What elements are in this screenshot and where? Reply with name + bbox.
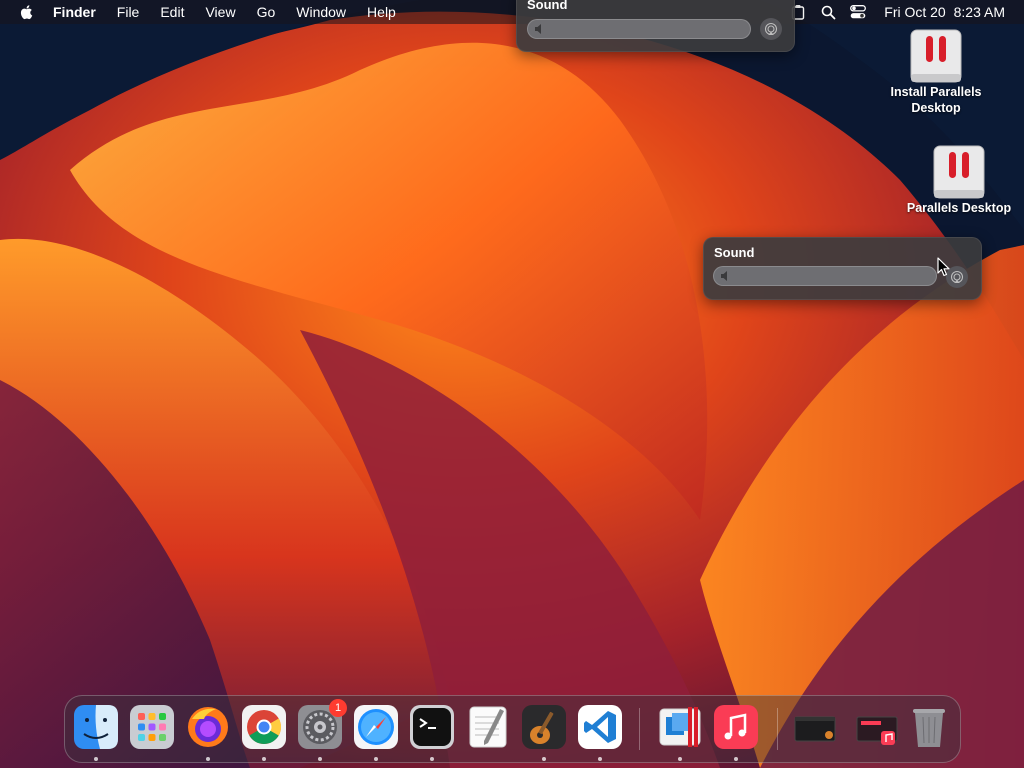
clock-date: Fri Oct 20 — [884, 4, 946, 20]
menu-file[interactable]: File — [117, 0, 140, 24]
sound-panel-top: Sound — [516, 0, 795, 52]
menu-help[interactable]: Help — [367, 0, 396, 24]
dock-launchpad[interactable] — [130, 705, 174, 749]
apple-menu-icon[interactable] — [18, 3, 36, 21]
running-indicator — [94, 757, 98, 761]
dock-recent-window-2[interactable] — [855, 705, 899, 749]
dock-separator — [639, 708, 640, 750]
parallels-icon — [659, 707, 701, 747]
running-indicator — [598, 757, 602, 761]
minimized-music-window-icon — [856, 716, 898, 745]
dock-recent-window-1[interactable] — [793, 705, 837, 749]
running-indicator — [374, 757, 378, 761]
dock-trash[interactable] — [907, 705, 951, 749]
dock: 1 — [64, 695, 961, 763]
dock-music[interactable] — [714, 705, 758, 749]
running-indicator — [318, 757, 322, 761]
volume-slider[interactable] — [713, 266, 937, 286]
dock-garageband[interactable] — [522, 705, 566, 749]
parallels-drive-icon — [932, 144, 986, 200]
desktop-icon-install-parallels[interactable]: Install Parallels Desktop — [880, 28, 992, 116]
garageband-icon — [522, 705, 566, 749]
desktop-icon-parallels-desktop[interactable]: Parallels Desktop — [898, 144, 1020, 216]
menu-items: Finder File Edit View Go Window Help — [53, 0, 417, 24]
running-indicator — [542, 757, 546, 761]
running-indicator — [678, 757, 682, 761]
terminal-icon — [410, 705, 454, 749]
menu-clock[interactable]: Fri Oct 20 8:23 AM — [880, 4, 1005, 20]
control-center-icon[interactable] — [850, 4, 867, 20]
dock-finder[interactable] — [74, 705, 118, 749]
sound-panel-title: Sound — [714, 245, 755, 260]
desktop-icon-label: Install Parallels Desktop — [890, 85, 982, 115]
finder-icon — [74, 705, 118, 749]
status-area: Fri Oct 20 8:23 AM — [776, 0, 1024, 24]
safari-icon — [354, 705, 398, 749]
firefox-icon — [188, 707, 228, 747]
textedit-icon — [469, 706, 507, 748]
chrome-icon — [242, 705, 286, 749]
dock-parallels[interactable] — [658, 705, 702, 749]
dock-terminal[interactable] — [410, 705, 454, 749]
mouse-cursor-icon — [937, 257, 950, 277]
menu-go[interactable]: Go — [257, 0, 276, 24]
clock-time: 8:23 AM — [953, 4, 1005, 20]
dock-firefox[interactable] — [186, 705, 230, 749]
menu-app-name[interactable]: Finder — [53, 0, 96, 24]
menu-edit[interactable]: Edit — [160, 0, 184, 24]
menu-window[interactable]: Window — [296, 0, 346, 24]
speaker-icon — [721, 271, 727, 281]
trash-icon — [913, 709, 945, 747]
running-indicator — [430, 757, 434, 761]
running-indicator — [262, 757, 266, 761]
dock-chrome[interactable] — [242, 705, 286, 749]
dock-system-settings[interactable]: 1 — [298, 699, 347, 749]
running-indicator — [734, 757, 738, 761]
minimized-window-icon — [794, 716, 836, 742]
dock-safari[interactable] — [354, 705, 398, 749]
parallels-drive-icon — [909, 28, 963, 84]
sound-panel-title: Sound — [527, 0, 568, 12]
desktop-icon-label: Parallels Desktop — [906, 201, 1012, 215]
airplay-icon[interactable] — [760, 18, 782, 40]
dock-separator — [777, 708, 778, 750]
running-indicator — [206, 757, 210, 761]
notification-badge: 1 — [329, 699, 347, 717]
menu-view[interactable]: View — [205, 0, 235, 24]
menu-bar: Finder File Edit View Go Window Help Fri… — [0, 0, 1024, 24]
dock-textedit[interactable] — [466, 705, 510, 749]
speaker-icon — [535, 24, 541, 34]
search-icon[interactable] — [820, 4, 836, 20]
launchpad-icon — [130, 705, 174, 749]
desktop-wallpaper — [0, 0, 1024, 768]
vscode-icon — [578, 705, 622, 749]
volume-slider[interactable] — [527, 19, 751, 39]
music-icon — [714, 705, 758, 749]
dock-vscode[interactable] — [578, 705, 622, 749]
